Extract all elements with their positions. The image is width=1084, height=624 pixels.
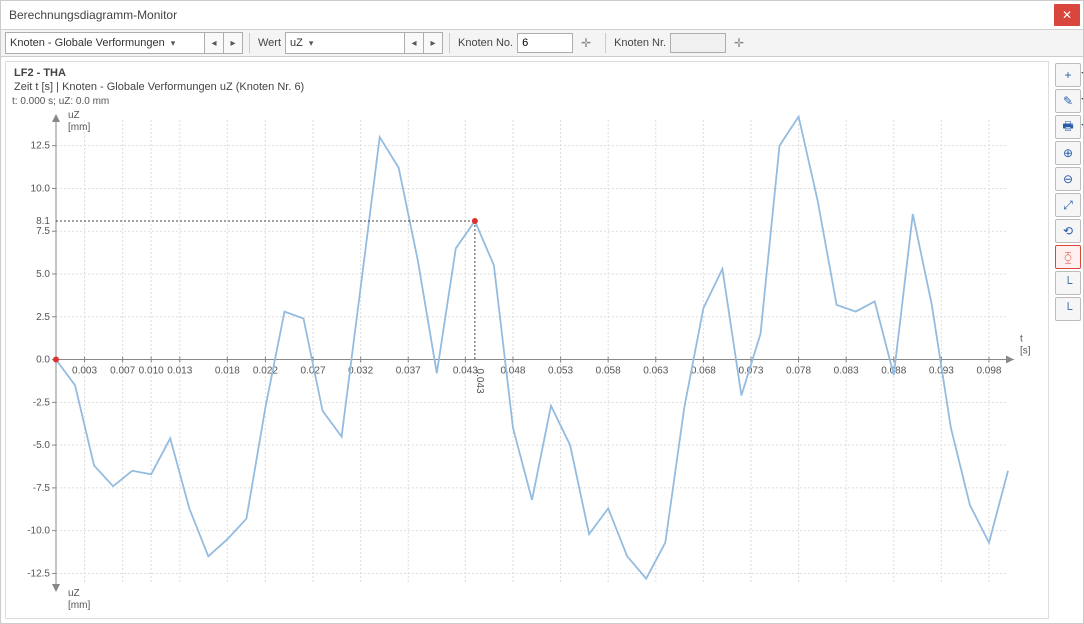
- cursor-info: t: 0.000 s; uZ: 0.0 mm: [12, 96, 109, 107]
- svg-text:[mm]: [mm]: [68, 600, 90, 611]
- chevron-down-icon: ▾: [309, 38, 314, 49]
- node-nr-input[interactable]: [670, 33, 726, 53]
- chart-svg: -12.5 -10.0 -7.5 -5.0 -2.5 0.0 2.5 5.0 7.5 10.0 12…: [6, 62, 1048, 618]
- chart-title-1: LF2 - THA: [14, 66, 304, 80]
- pick-node-1-icon[interactable]: ✛: [575, 32, 597, 54]
- separator: [249, 33, 250, 53]
- chevron-down-icon: ▾: [171, 38, 176, 49]
- value-dropdown[interactable]: uZ ▾: [285, 32, 405, 54]
- side-toolbar: +✎🖶⊕⊖⤢⟲⧲└└: [1053, 57, 1083, 623]
- svg-text:12.5: 12.5: [31, 141, 51, 152]
- svg-text:0.098: 0.098: [976, 366, 1001, 377]
- chart-area[interactable]: LF2 - THA Zeit t [s] | Knoten - Globale …: [5, 61, 1049, 619]
- tool-zoom-reset[interactable]: ⟲: [1055, 219, 1081, 243]
- svg-text:0.037: 0.037: [396, 366, 421, 377]
- tool-zoom-out[interactable]: ⊖: [1055, 167, 1081, 191]
- svg-text:[mm]: [mm]: [68, 122, 90, 133]
- svg-text:0.013: 0.013: [167, 366, 192, 377]
- tool-magnet[interactable]: ⧲: [1055, 245, 1081, 269]
- svg-text:0.078: 0.078: [786, 366, 811, 377]
- svg-text:[s]: [s]: [1020, 346, 1031, 357]
- svg-text:uZ: uZ: [68, 110, 80, 121]
- separator: [449, 33, 450, 53]
- svg-text:10.0: 10.0: [31, 183, 51, 194]
- svg-text:0.073: 0.073: [738, 366, 763, 377]
- svg-text:2.5: 2.5: [36, 312, 50, 323]
- tool-zoom-fit[interactable]: ⤢: [1055, 193, 1081, 217]
- quantity-dropdown[interactable]: Knoten - Globale Verformungen ▾: [5, 32, 205, 54]
- svg-text:0.018: 0.018: [215, 366, 240, 377]
- separator: [605, 33, 606, 53]
- node-no-label: Knoten No.: [458, 37, 513, 49]
- svg-text:0.032: 0.032: [348, 366, 373, 377]
- tool-axes-plus[interactable]: +: [1055, 63, 1081, 87]
- svg-text:0.007: 0.007: [110, 366, 135, 377]
- chart-title-2: Zeit t [s] | Knoten - Globale Verformung…: [14, 80, 304, 94]
- series-line: [56, 117, 1008, 579]
- window-title: Berechnungsdiagramm-Monitor: [9, 8, 1054, 22]
- close-icon[interactable]: ✕: [1054, 4, 1080, 26]
- svg-text:t: t: [1020, 334, 1023, 345]
- data-marker: [53, 357, 59, 363]
- pick-node-2-icon[interactable]: ✛: [728, 32, 750, 54]
- tool-axes-l2[interactable]: └: [1055, 297, 1081, 321]
- svg-text:-12.5: -12.5: [27, 568, 50, 579]
- tool-print[interactable]: 🖶: [1055, 115, 1081, 139]
- svg-text:0.0: 0.0: [36, 355, 50, 366]
- svg-text:8.1: 8.1: [36, 216, 50, 227]
- svg-text:-2.5: -2.5: [33, 397, 51, 408]
- dropdown1-prev-button[interactable]: ◂: [204, 32, 224, 54]
- node-nr-label: Knoten Nr.: [614, 37, 666, 49]
- dropdown1-next-button[interactable]: ▸: [223, 32, 243, 54]
- quantity-dropdown-label: Knoten - Globale Verformungen: [10, 37, 165, 49]
- svg-text:0.063: 0.063: [643, 366, 668, 377]
- wert-label: Wert: [258, 37, 281, 49]
- svg-text:0.068: 0.068: [691, 366, 716, 377]
- svg-text:-5.0: -5.0: [33, 440, 51, 451]
- svg-text:0.010: 0.010: [139, 366, 164, 377]
- svg-text:0.053: 0.053: [548, 366, 573, 377]
- dropdown2-next-button[interactable]: ▸: [423, 32, 443, 54]
- svg-text:-10.0: -10.0: [27, 526, 50, 537]
- node-no-input[interactable]: [517, 33, 573, 53]
- svg-text:5.0: 5.0: [36, 269, 50, 280]
- svg-text:-7.5: -7.5: [33, 483, 51, 494]
- value-dropdown-label: uZ: [290, 37, 303, 49]
- svg-text:0.048: 0.048: [500, 366, 525, 377]
- svg-text:0.003: 0.003: [72, 366, 97, 377]
- svg-text:0.022: 0.022: [253, 366, 278, 377]
- svg-text:0.058: 0.058: [596, 366, 621, 377]
- svg-text:uZ: uZ: [68, 588, 80, 599]
- data-marker: [472, 218, 478, 224]
- toolbar: Knoten - Globale Verformungen ▾ ◂ ▸ Wert…: [1, 30, 1083, 57]
- tool-zoom-in[interactable]: ⊕: [1055, 141, 1081, 165]
- svg-text:0.043: 0.043: [474, 369, 485, 394]
- svg-text:0.083: 0.083: [834, 366, 859, 377]
- tool-axes-l[interactable]: └: [1055, 271, 1081, 295]
- svg-text:7.5: 7.5: [36, 226, 50, 237]
- tool-axes-edit[interactable]: ✎: [1055, 89, 1081, 113]
- dropdown2-prev-button[interactable]: ◂: [404, 32, 424, 54]
